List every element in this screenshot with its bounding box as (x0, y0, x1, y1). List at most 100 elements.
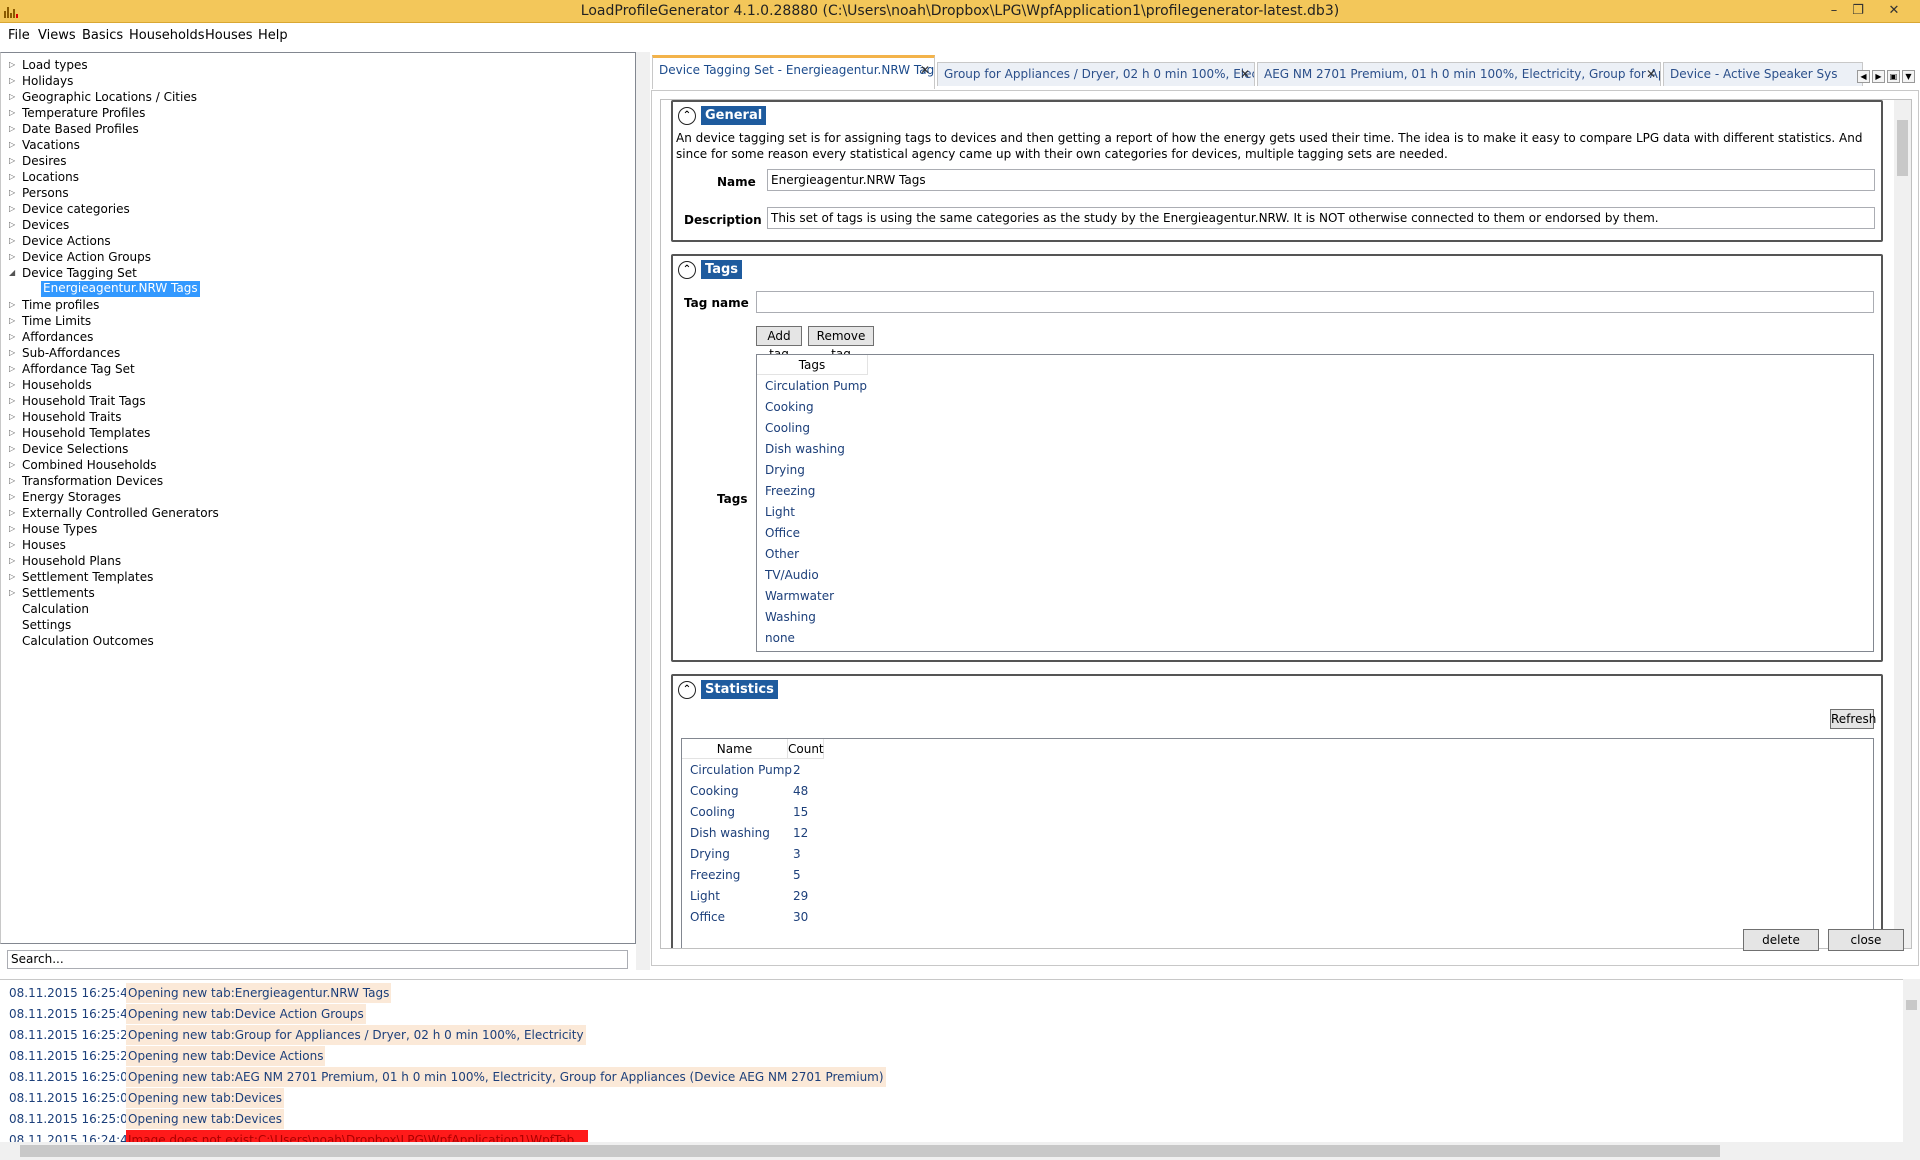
expand-arrow-icon[interactable]: ▷ (9, 73, 19, 89)
menu-households[interactable]: Households (129, 23, 205, 49)
expand-arrow-icon[interactable]: ▷ (9, 537, 19, 553)
log-vertical-scrollbar[interactable] (1903, 979, 1920, 1142)
list-item[interactable]: Light (765, 502, 795, 523)
tab-device-tagging-set[interactable]: Device Tagging Set - Energieagentur.NRW … (652, 55, 935, 89)
tree-item-label: Sub-Affordances (22, 346, 121, 360)
expand-arrow-icon[interactable]: ▷ (9, 489, 19, 505)
statistics-table[interactable]: Name Count Circulation Pump 2 Cooking 48 Coo… (681, 738, 1874, 948)
expand-arrow-icon[interactable]: ▷ (9, 361, 19, 377)
log-timestamp: 08.11.2015 16:24:46 (9, 1133, 136, 1142)
row-name: Circulation Pump (690, 763, 793, 777)
tree-item-label: Household Traits (22, 410, 122, 424)
list-item[interactable]: Freezing (765, 481, 815, 502)
tags-column-header[interactable]: Tags (757, 355, 868, 375)
refresh-button[interactable]: Refresh (1830, 709, 1876, 729)
menu-houses[interactable]: Houses (205, 23, 253, 49)
expand-arrow-icon[interactable]: ▷ (9, 105, 19, 121)
tab-group-for-appliances[interactable]: Group for Appliances / Dryer, 02 h 0 min… (937, 62, 1255, 86)
menu-basics[interactable]: Basics (82, 23, 123, 49)
tab-device-active-speaker[interactable]: Device - Active Speaker Sys (1663, 62, 1863, 86)
expand-arrow-icon[interactable]: ▷ (9, 345, 19, 361)
list-item[interactable]: Drying (765, 460, 805, 481)
close-button[interactable]: close (1828, 929, 1904, 951)
list-item[interactable]: none (765, 628, 795, 649)
expand-arrow-icon[interactable]: ▷ (9, 169, 19, 185)
expand-arrow-icon[interactable]: ▷ (9, 377, 19, 393)
list-item[interactable]: Other (765, 544, 799, 565)
count-column-header[interactable]: Count (788, 739, 824, 759)
expand-arrow-icon[interactable]: ▷ (9, 425, 19, 441)
menu-file[interactable]: File (8, 23, 30, 49)
expand-arrow-icon[interactable]: ▷ (9, 329, 19, 345)
expand-arrow-icon[interactable]: ▷ (9, 153, 19, 169)
list-item[interactable]: Circulation Pump (765, 376, 867, 397)
expand-arrow-icon[interactable]: ▷ (9, 313, 19, 329)
expand-arrow-icon[interactable]: ▷ (9, 521, 19, 537)
list-item[interactable]: Warmwater (765, 586, 834, 607)
restore-icon[interactable]: ❐ (1846, 1, 1870, 21)
log-horizontal-scrollbar[interactable] (0, 1142, 1920, 1160)
name-field[interactable]: Energieagentur.NRW Tags (767, 169, 1875, 191)
tree-item-label: Combined Households (22, 458, 157, 472)
close-tab-icon[interactable]: ✕ (1646, 63, 1656, 85)
expand-arrow-icon[interactable]: ▷ (9, 297, 19, 313)
expand-arrow-icon[interactable]: ▷ (9, 393, 19, 409)
expand-arrow-icon[interactable]: ▷ (9, 201, 19, 217)
delete-button[interactable]: delete (1743, 929, 1819, 951)
scrollbar-thumb[interactable] (20, 1145, 1720, 1157)
expand-arrow-icon[interactable]: ▷ (9, 505, 19, 521)
log-message: Opening new tab:Device Actions (126, 1046, 326, 1066)
panel-splitter[interactable] (636, 52, 650, 970)
expand-arrow-icon[interactable]: ▷ (9, 121, 19, 137)
list-item[interactable]: Cooling (765, 418, 810, 439)
collapse-icon[interactable]: ⌃ (678, 261, 696, 279)
expand-arrow-icon[interactable]: ▷ (9, 233, 19, 249)
expand-arrow-icon[interactable]: ▷ (9, 89, 19, 105)
expand-arrow-icon[interactable]: ▷ (9, 473, 19, 489)
menu-help[interactable]: Help (258, 23, 288, 49)
expand-arrow-icon[interactable]: ▷ (9, 441, 19, 457)
expand-arrow-icon[interactable]: ▷ (9, 585, 19, 601)
scrollbar-thumb[interactable] (1897, 120, 1908, 176)
content-vertical-scrollbar[interactable] (1894, 100, 1911, 948)
remove-tag-button[interactable]: Remove tag (808, 326, 874, 361)
row-count: 15 (793, 805, 809, 819)
collapse-icon[interactable]: ⌃ (678, 681, 696, 699)
expand-arrow-icon[interactable]: ▷ (9, 249, 19, 265)
expand-arrow-icon[interactable]: ▷ (9, 57, 19, 73)
list-item[interactable]: Cooking (765, 397, 814, 418)
expand-arrow-icon[interactable]: ▷ (9, 137, 19, 153)
tags-list[interactable]: Tags Circulation Pump Cooking Cooling Dish … (756, 354, 1874, 652)
collapse-icon[interactable]: ⌃ (678, 107, 696, 125)
expand-arrow-icon[interactable]: ▷ (9, 569, 19, 585)
expand-arrow-icon[interactable]: ▷ (9, 553, 19, 569)
tree-item-selected[interactable]: Energieagentur.NRW Tags (41, 281, 200, 297)
tab-aeg-nm-2701[interactable]: AEG NM 2701 Premium, 01 h 0 min 100%, El… (1257, 62, 1661, 86)
expand-arrow-icon[interactable]: ▷ (9, 457, 19, 473)
tab-list-icon[interactable]: ▣ (1887, 70, 1900, 83)
close-tab-icon[interactable]: ✕ (1240, 63, 1250, 85)
expand-arrow-icon[interactable]: ▷ (9, 185, 19, 201)
close-tab-icon[interactable]: ✕ (920, 58, 930, 82)
tab-scroll-right-icon[interactable]: ▶ (1872, 70, 1885, 83)
menu-views[interactable]: Views (38, 23, 76, 49)
name-column-header[interactable]: Name (682, 739, 788, 759)
search-input[interactable]: Search... (7, 950, 628, 969)
tab-scroll-left-icon[interactable]: ◀ (1857, 70, 1870, 83)
list-item[interactable]: TV/Audio (765, 565, 819, 586)
add-tag-button[interactable]: Add tag (756, 326, 802, 361)
list-item[interactable]: Washing (765, 607, 816, 628)
scrollbar-thumb[interactable] (1906, 1000, 1917, 1010)
description-field[interactable]: This set of tags is using the same categ… (767, 207, 1875, 229)
minimize-icon[interactable]: – (1822, 1, 1846, 21)
close-window-icon[interactable]: ✕ (1874, 1, 1914, 21)
log-timestamp: 08.11.2015 16:25:25 (9, 1028, 136, 1042)
expanded-arrow-icon[interactable]: ◢ (9, 265, 19, 281)
expand-arrow-icon[interactable]: ▷ (9, 217, 19, 233)
statistics-section: ⌃ Statistics Refresh Name Count Circulat… (671, 674, 1883, 948)
tab-menu-icon[interactable]: ▼ (1902, 70, 1915, 83)
expand-arrow-icon[interactable]: ▷ (9, 409, 19, 425)
list-item[interactable]: Dish washing (765, 439, 845, 460)
list-item[interactable]: Office (765, 523, 800, 544)
tag-name-input[interactable] (756, 291, 1874, 313)
